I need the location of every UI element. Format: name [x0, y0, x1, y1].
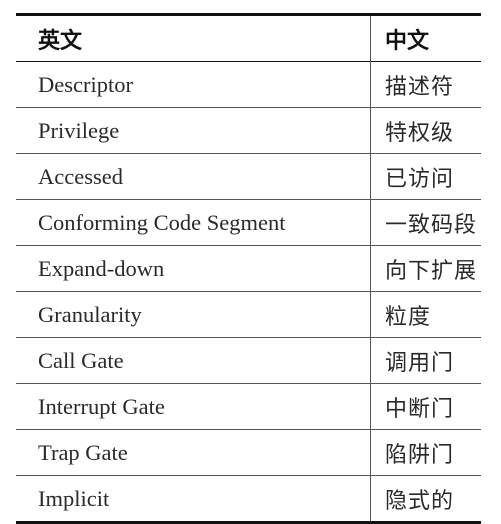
term-chinese: 向下扩展	[385, 258, 478, 284]
term-english: Trap Gate	[16, 429, 371, 476]
table-row: Call Gate 调用门	[16, 337, 481, 384]
table-body: Descriptor 描述符 Privilege 特权级 Accessed 已访…	[16, 61, 481, 523]
header-english: 英文	[16, 14, 371, 62]
term-english: Accessed	[16, 153, 371, 200]
header-chinese: 中文	[385, 28, 430, 54]
term-chinese: 描述符	[385, 74, 455, 100]
table-row: Conforming Code Segment 一致码段	[16, 199, 481, 246]
term-english: Call Gate	[16, 337, 371, 384]
term-chinese: 特权级	[385, 120, 455, 146]
term-english: Privilege	[16, 107, 371, 154]
table-row: Accessed 已访问	[16, 153, 481, 200]
table-header: 英文 中文	[16, 14, 481, 62]
term-chinese: 调用门	[385, 350, 455, 376]
table-row: Granularity 粒度	[16, 291, 481, 338]
term-chinese: 一致码段	[385, 212, 478, 238]
term-chinese: 陷阱门	[385, 442, 455, 468]
table-row: Expand-down 向下扩展	[16, 245, 481, 292]
term-chinese: 粒度	[385, 304, 432, 330]
table-row: Descriptor 描述符	[16, 61, 481, 108]
term-english: Granularity	[16, 291, 371, 338]
term-chinese: 隐式的	[385, 488, 455, 514]
table-row: Trap Gate 陷阱门	[16, 429, 481, 476]
table-row: Privilege 特权级	[16, 107, 481, 154]
table-row: Implicit 隐式的	[16, 475, 481, 523]
glossary-table: 英文 中文 Descriptor 描述符 Privilege 特权级 Acces…	[16, 13, 481, 524]
term-chinese: 已访问	[385, 166, 455, 192]
table-row: Interrupt Gate 中断门	[16, 383, 481, 430]
term-english: Implicit	[16, 475, 371, 523]
term-english: Conforming Code Segment	[16, 199, 371, 246]
term-english: Descriptor	[16, 61, 371, 108]
header-row: 英文 中文	[16, 14, 481, 62]
term-chinese: 中断门	[385, 396, 455, 422]
term-english: Interrupt Gate	[16, 383, 371, 430]
term-english: Expand-down	[16, 245, 371, 292]
